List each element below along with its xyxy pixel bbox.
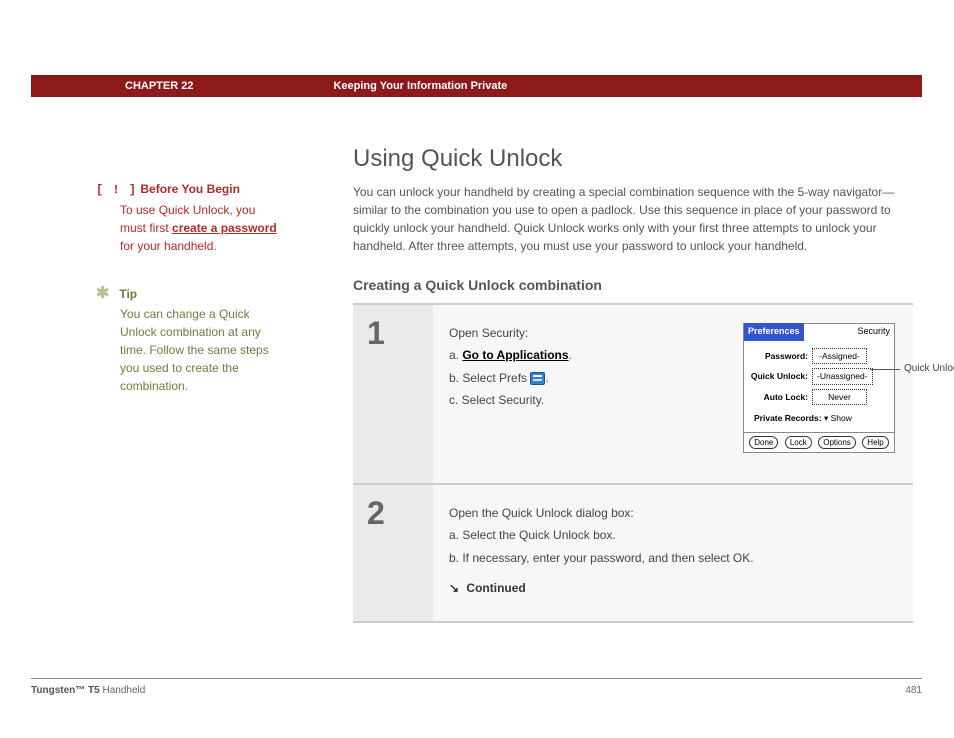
step-row-2: 2 Open the Quick Unlock dialog box: a. S…	[353, 485, 913, 623]
step1-lead: Open Security:	[449, 323, 713, 343]
hs-private-label: Private Records:	[754, 413, 822, 423]
tip-block: ✱ Tip You can change a Quick Unlock comb…	[96, 283, 281, 395]
chapter-label: CHAPTER 22	[125, 80, 193, 92]
tip-heading-row: ✱ Tip	[96, 283, 281, 303]
chapter-title: Keeping Your Information Private	[333, 80, 507, 92]
hs-titlebar: Preferences Security	[744, 324, 894, 340]
before-begin-body: To use Quick Unlock, you must first crea…	[120, 201, 281, 255]
step-row-1: 1 Open Security: a. Go to Applications. …	[353, 305, 913, 485]
page-number: 481	[905, 685, 922, 696]
hs-title-right: Security	[804, 324, 894, 339]
continued-text: Continued	[466, 581, 525, 595]
create-password-link[interactable]: create a password	[172, 221, 277, 235]
go-to-applications-link[interactable]: Go to Applications	[462, 348, 568, 362]
step2-b: b. If necessary, enter your password, an…	[449, 548, 897, 568]
hs-private-records: Private Records: ▾ Show	[754, 411, 888, 425]
hs-lock-button: Lock	[785, 436, 812, 449]
before-begin-heading-text: Before You Begin	[140, 182, 240, 196]
step1-b: b. Select Prefs .	[449, 368, 713, 388]
tip-body: You can change a Quick Unlock combinatio…	[120, 305, 281, 395]
hs-password-label: Password:	[750, 349, 812, 363]
step1-a-suffix: .	[569, 348, 572, 362]
header-bar: CHAPTER 22 Keeping Your Information Priv…	[31, 75, 922, 97]
hs-quick-value: -Unassigned-	[812, 368, 873, 384]
step-body: Open the Quick Unlock dialog box: a. Sel…	[433, 485, 913, 621]
callout-line	[870, 369, 900, 370]
before-you-begin: [ ! ] Before You Begin To use Quick Unlo…	[96, 182, 281, 255]
step2-a: a. Select the Quick Unlock box.	[449, 525, 897, 545]
hs-options-button: Options	[818, 436, 856, 449]
product-bold: Tungsten™ T5	[31, 685, 100, 696]
step1-c: c. Select Security.	[449, 390, 713, 410]
hs-help-button: Help	[862, 436, 888, 449]
hs-body: Password: -Assigned- Quick Unlock: -Unas…	[744, 340, 894, 432]
continued-arrow-icon: ↘	[449, 581, 459, 595]
hs-row-quickunlock: Quick Unlock: -Unassigned-	[750, 368, 888, 384]
hs-button-row: Done Lock Options Help	[744, 432, 894, 452]
page-footer: Tungsten™ T5 Handheld 481	[31, 678, 922, 696]
hs-private-value: Show	[831, 413, 852, 423]
product-name: Tungsten™ T5 Handheld	[31, 685, 145, 696]
hs-auto-value: Never	[812, 389, 867, 405]
continued-indicator: ↘ Continued	[449, 578, 897, 598]
hs-auto-label: Auto Lock:	[750, 390, 812, 404]
callout-text: Quick Unlock box	[904, 360, 954, 377]
hs-row-autolock: Auto Lock: Never	[750, 389, 888, 405]
hs-done-button: Done	[749, 436, 778, 449]
asterisk-icon: ✱	[96, 283, 116, 303]
hs-quick-label: Quick Unlock:	[750, 369, 812, 383]
product-rest: Handheld	[100, 685, 146, 696]
step1-b-text: b. Select Prefs	[449, 371, 530, 385]
sidebar: [ ! ] Before You Begin To use Quick Unlo…	[96, 182, 281, 395]
step-number: 2	[367, 495, 419, 532]
handheld-preferences-screenshot: Preferences Security Password: -Assigned…	[743, 323, 895, 453]
section-heading: Creating a Quick Unlock combination	[353, 277, 913, 293]
page-title: Using Quick Unlock	[353, 145, 913, 173]
hs-private-dropdown: ▾ Show	[824, 413, 852, 423]
step1-a-prefix: a.	[449, 348, 462, 362]
before-begin-heading: [ ! ] Before You Begin	[96, 182, 281, 197]
step-number-cell: 1	[353, 305, 433, 483]
hs-row-password: Password: -Assigned-	[750, 348, 888, 364]
step1-a: a. Go to Applications.	[449, 345, 713, 365]
tip-heading: Tip	[119, 287, 137, 301]
intro-paragraph: You can unlock your handheld by creating…	[353, 183, 913, 255]
step-number-cell: 2	[353, 485, 433, 621]
step-body: Open Security: a. Go to Applications. b.…	[433, 305, 913, 483]
step-number: 1	[367, 315, 419, 352]
step1-b-suffix: .	[545, 371, 548, 385]
before-text-2: for your handheld.	[120, 239, 217, 253]
alert-icon: [ ! ]	[96, 183, 137, 197]
main-content: Using Quick Unlock You can unlock your h…	[353, 145, 913, 623]
steps-table: 1 Open Security: a. Go to Applications. …	[353, 303, 913, 623]
prefs-icon	[530, 372, 545, 385]
hs-title-left: Preferences	[744, 323, 804, 340]
hs-password-value: -Assigned-	[812, 348, 867, 364]
step2-lead: Open the Quick Unlock dialog box:	[449, 503, 897, 523]
